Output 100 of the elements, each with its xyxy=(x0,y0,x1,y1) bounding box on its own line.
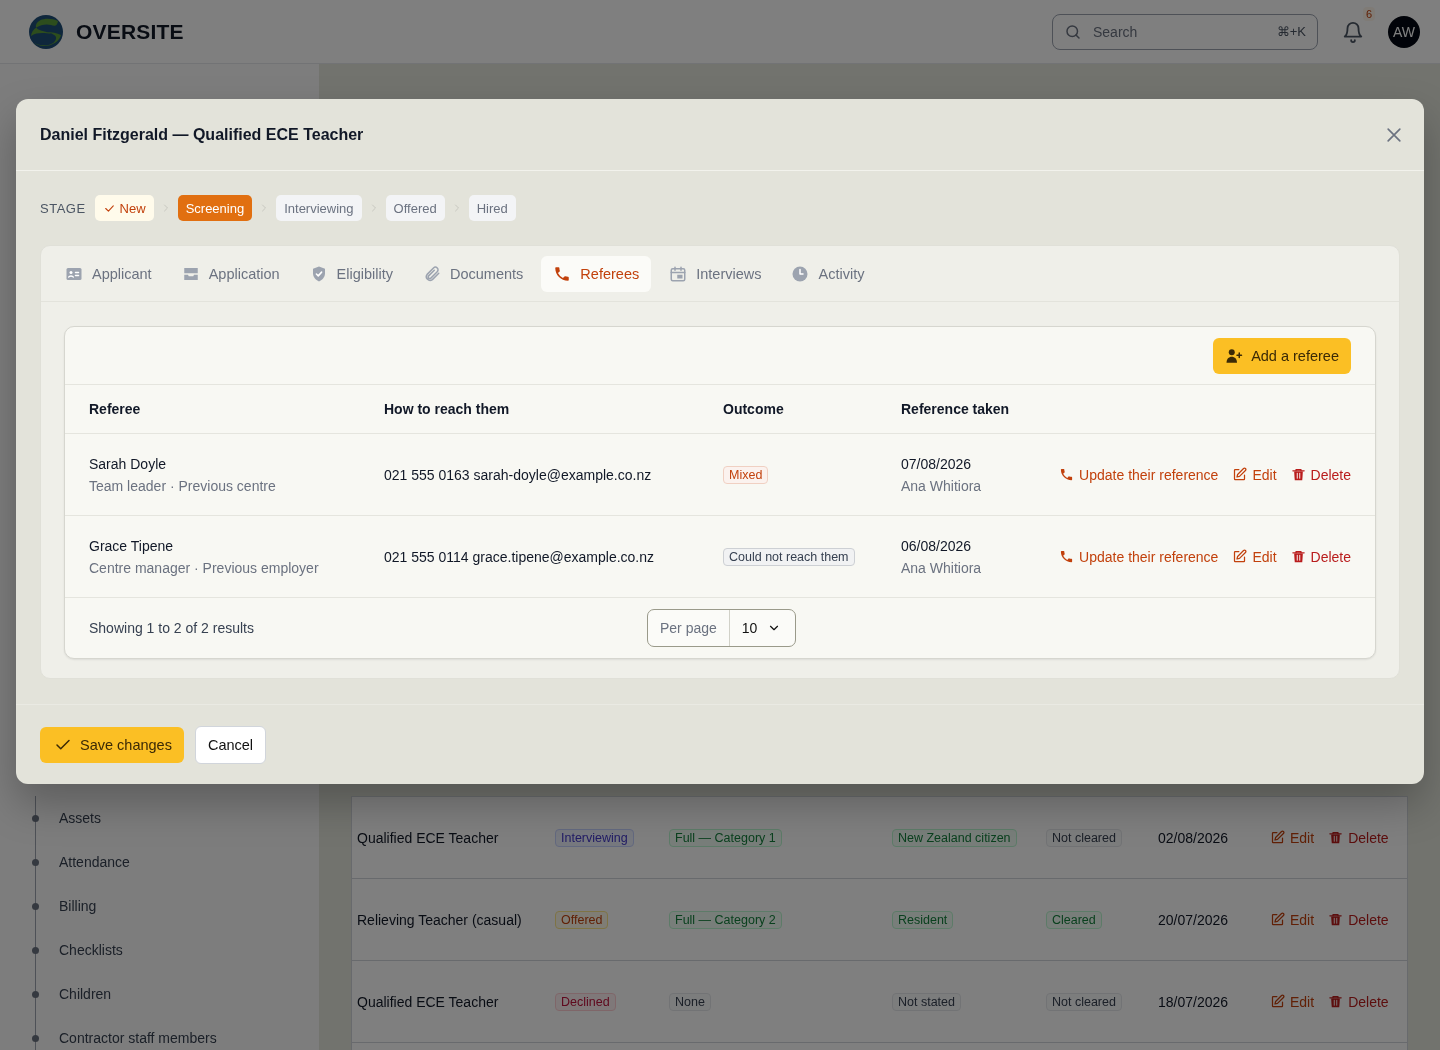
edit-icon xyxy=(1232,467,1248,482)
per-page-select[interactable]: Per page 10 xyxy=(647,609,797,647)
table-cell-text: Relieving Teacher (casual) xyxy=(357,911,523,928)
column-header: Reference taken xyxy=(901,401,1011,417)
sidebar-item[interactable]: Assets xyxy=(59,810,101,826)
tab[interactable]: Referees xyxy=(541,255,652,292)
phone-icon xyxy=(1059,549,1075,564)
edit-icon xyxy=(1270,830,1285,845)
table-cell-text: Qualified ECE Teacher xyxy=(357,829,500,846)
residency-badge: Resident xyxy=(892,910,954,929)
tab[interactable]: Eligibility xyxy=(297,255,405,292)
brand-name: OVERSITE xyxy=(76,19,184,44)
trash-icon xyxy=(1328,912,1344,927)
stage-step[interactable]: Screening xyxy=(177,195,253,221)
results-summary: Showing 1 to 2 of 2 results xyxy=(89,620,255,636)
cancel-button[interactable]: Cancel xyxy=(194,725,267,764)
tab[interactable]: Activity xyxy=(779,255,877,292)
table-cell-text: 20/07/2026 xyxy=(1158,911,1230,928)
residency-badge: New Zealand citizen xyxy=(892,828,1017,847)
contact-details: 021 555 0163 sarah-doyle@example.co.nz xyxy=(384,466,653,483)
add-referee-button[interactable]: Add a referee xyxy=(1213,337,1351,374)
user-avatar[interactable]: AW xyxy=(1388,15,1420,48)
bullet-dot xyxy=(32,1034,39,1042)
trash-icon xyxy=(1290,549,1306,564)
sidebar-item[interactable]: Checklists xyxy=(59,942,123,958)
save-button[interactable]: Save changes xyxy=(40,726,184,763)
dialog-title: Daniel Fitzgerald — Qualified ECE Teacher xyxy=(40,125,364,144)
trash-icon xyxy=(1328,830,1344,845)
category-badge: Full — Category 2 xyxy=(669,910,782,929)
trash-icon xyxy=(1328,994,1344,1009)
category-badge: None xyxy=(669,992,711,1011)
edit-icon xyxy=(1232,549,1248,564)
bullet-dot xyxy=(32,990,39,998)
sidebar-item[interactable]: Attendance xyxy=(59,854,130,870)
user-plus-icon xyxy=(1225,346,1244,365)
stage-step[interactable]: Offered xyxy=(385,195,445,221)
tab[interactable]: Application xyxy=(169,255,292,292)
sidebar-item[interactable]: Billing xyxy=(59,898,97,914)
tab[interactable]: Interviews xyxy=(657,255,774,292)
stage-label: STAGE xyxy=(40,200,86,216)
calendar-icon xyxy=(669,264,688,283)
edit-link[interactable]: Edit xyxy=(1232,548,1277,565)
paperclip-icon xyxy=(423,264,441,283)
phone-icon xyxy=(1059,467,1075,482)
bullet-dot xyxy=(32,814,39,822)
reference-date: 06/08/2026 xyxy=(901,537,973,554)
category-badge: Full — Category 1 xyxy=(669,828,782,847)
police-check-badge: Not cleared xyxy=(1046,992,1122,1011)
reference-date: 07/08/2026 xyxy=(901,455,973,472)
taken-by: Ana Whitiora xyxy=(901,477,983,494)
stage-step[interactable]: Interviewing xyxy=(276,195,362,221)
table-cell-text: 02/08/2026 xyxy=(1158,829,1230,846)
delete-link[interactable]: Delete xyxy=(1290,548,1351,565)
stage-step[interactable]: New xyxy=(94,195,154,221)
bell-icon xyxy=(1342,20,1364,43)
stage-badge: Interviewing xyxy=(555,828,634,847)
column-header: How to reach them xyxy=(384,401,511,417)
delete-link[interactable]: Delete xyxy=(1328,829,1389,846)
clock-icon xyxy=(791,264,810,283)
outcome-badge: Mixed xyxy=(723,465,769,484)
shortcut-hint: ⌘+K xyxy=(1276,23,1306,39)
referee-role: Centre manager · Previous employer xyxy=(89,559,320,576)
tab[interactable]: Documents xyxy=(411,255,536,292)
bullet-dot xyxy=(32,946,39,954)
notification-count: 6 xyxy=(1362,6,1375,21)
police-check-badge: Cleared xyxy=(1046,910,1102,929)
delete-link[interactable]: Delete xyxy=(1328,911,1389,928)
referee-role: Team leader · Previous centre xyxy=(89,477,277,494)
column-header: Referee xyxy=(89,401,142,417)
logo-icon xyxy=(28,13,64,50)
edit-link[interactable]: Edit xyxy=(1270,911,1315,928)
stage-step[interactable]: Hired xyxy=(468,195,516,221)
taken-by: Ana Whitiora xyxy=(901,559,983,576)
search-icon xyxy=(1064,22,1082,41)
delete-link[interactable]: Delete xyxy=(1290,466,1351,483)
edit-link[interactable]: Edit xyxy=(1232,466,1277,483)
table-cell-text: 18/07/2026 xyxy=(1158,993,1230,1010)
edit-icon xyxy=(1270,912,1285,927)
referee-name: Sarah Doyle xyxy=(89,455,168,472)
sidebar-item[interactable]: Contractor staff members xyxy=(59,1030,217,1046)
bullet-dot xyxy=(32,902,39,910)
bullet-dot xyxy=(32,858,39,866)
edit-link[interactable]: Edit xyxy=(1270,829,1315,846)
update-reference-link[interactable]: Update their reference xyxy=(1059,548,1219,565)
police-check-badge: Not cleared xyxy=(1046,828,1122,847)
table-cell-text: Qualified ECE Teacher xyxy=(357,993,500,1010)
outcome-badge: Could not reach them xyxy=(723,547,855,566)
sidebar-item[interactable]: Children xyxy=(59,986,112,1002)
update-reference-link[interactable]: Update their reference xyxy=(1059,466,1219,483)
residency-badge: Not stated xyxy=(892,992,961,1011)
delete-link[interactable]: Delete xyxy=(1328,993,1389,1010)
phone-icon xyxy=(553,264,572,283)
trash-icon xyxy=(1290,467,1306,482)
referee-name: Grace Tipene xyxy=(89,537,175,554)
stage-badge: Declined xyxy=(555,992,616,1011)
edit-icon xyxy=(1270,994,1285,1009)
edit-link[interactable]: Edit xyxy=(1270,993,1315,1010)
tab[interactable]: Applicant xyxy=(53,255,164,292)
column-header: Outcome xyxy=(723,401,785,417)
stage-badge: Offered xyxy=(555,910,609,929)
